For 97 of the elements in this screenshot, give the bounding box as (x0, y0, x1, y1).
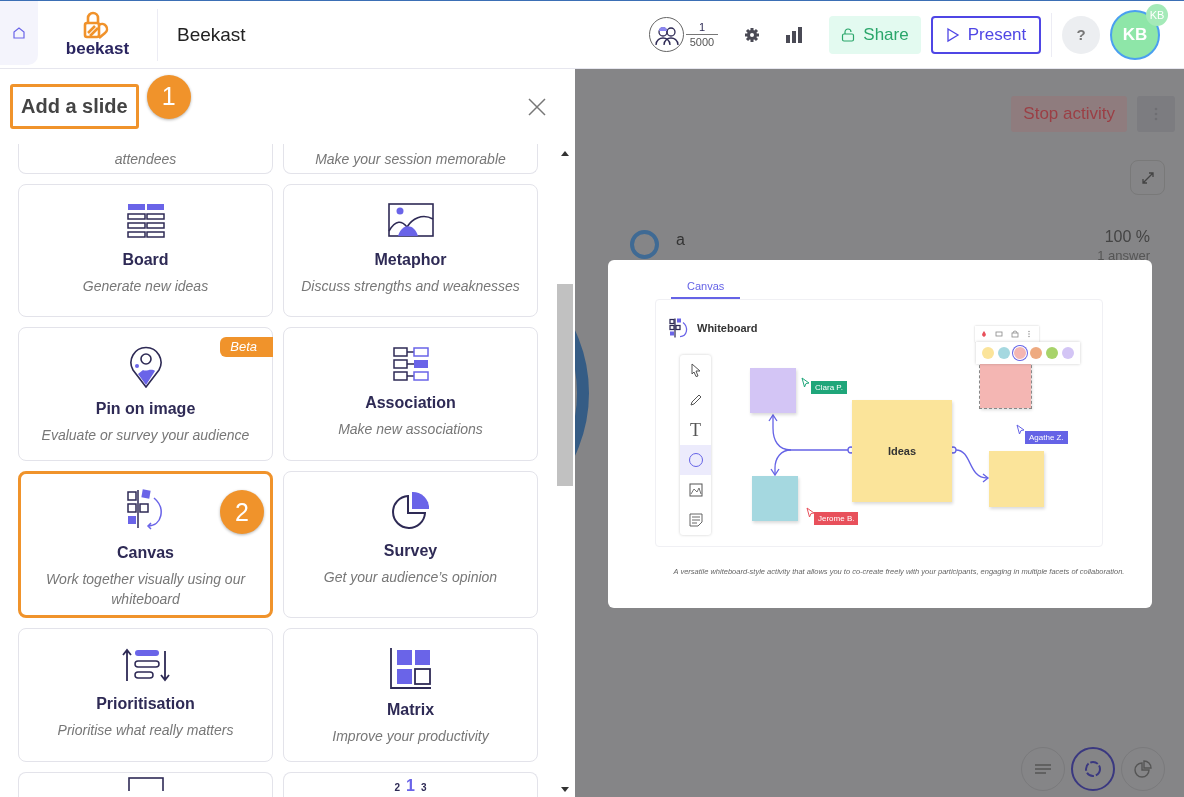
cursor-icon (1016, 424, 1025, 435)
beta-badge: Beta (220, 337, 273, 357)
sort-icon (121, 647, 170, 683)
slide-type-card[interactable]: Metaphor Discuss strengths and weaknesses (283, 184, 538, 317)
color-swatch[interactable] (1014, 347, 1026, 359)
user-name-tag: Agathe Z. (1025, 431, 1068, 444)
list-icon (1034, 763, 1052, 775)
card-description: Make new associations (337, 420, 484, 439)
presentation-title: Beekast (177, 23, 246, 46)
preview-tab[interactable]: Canvas (671, 276, 741, 299)
answer-percent: 100 % (1104, 228, 1150, 246)
fullscreen-button[interactable] (1130, 160, 1165, 195)
cursor-icon (806, 507, 815, 518)
pencil-icon (688, 393, 703, 407)
card-title: Metaphor (374, 251, 447, 269)
color-swatch[interactable] (998, 347, 1010, 359)
card-description: Make your session memorable (314, 149, 507, 169)
frame-icon (127, 777, 164, 791)
user-name-tag: Clara P. (811, 381, 847, 394)
slide-type-card[interactable]: Beta Pin on image Evaluate or survey your audience (18, 327, 273, 461)
scrollbar-thumb[interactable] (557, 284, 573, 486)
card-description: attendees (113, 149, 178, 169)
present-button[interactable]: Present (931, 15, 1041, 54)
tool-button[interactable]: T (680, 415, 711, 445)
association-icon (392, 346, 429, 382)
pie-chart-icon (1133, 759, 1153, 779)
pie-chart-icon (390, 490, 431, 530)
circle-icon (687, 452, 704, 468)
donut-icon (1083, 759, 1103, 779)
user-name-tag: Jerome B. (814, 512, 859, 525)
scroll-down-icon[interactable] (560, 786, 570, 794)
cursor-icon (801, 377, 810, 388)
card-title: Pin on image (95, 400, 196, 418)
slide-type-card[interactable]: Board Generate new ideas (18, 184, 273, 317)
stats-icon[interactable] (786, 26, 803, 43)
slide-type-card[interactable]: Matrix Improve your productivity (283, 628, 538, 762)
home-icon (12, 26, 26, 40)
slide-type-card[interactable]: Prioritisation Prioritise what really matters (18, 628, 273, 762)
home-button[interactable] (0, 1, 38, 65)
card-title: Association (365, 394, 456, 412)
help-button[interactable]: ? (1062, 15, 1100, 54)
answer-label: a (676, 231, 685, 249)
rank-number: 3 (420, 782, 427, 794)
slide-type-card[interactable]: attendees (18, 144, 273, 174)
card-description: Generate new ideas (81, 277, 210, 296)
matrix-icon (389, 647, 432, 689)
slide-type-card[interactable]: Make your session memorable (283, 144, 538, 174)
slide-type-card[interactable]: Survey Get your audience’s opinion (283, 471, 538, 618)
card-description: Evaluate or survey your audience (40, 426, 251, 445)
card-title: Canvas (117, 544, 174, 562)
settings-icon[interactable] (744, 26, 760, 43)
expand-icon (1140, 170, 1155, 185)
scroll-up-icon[interactable] (560, 149, 570, 157)
slide-type-card[interactable]: Association Make new associations (283, 327, 538, 461)
step-marker: 2 (220, 490, 264, 534)
card-description: Prioritise what really matters (56, 721, 235, 740)
card-title: Survey (383, 542, 438, 560)
play-icon (945, 26, 960, 43)
slide-type-card[interactable]: 2 Canvas Work together visually using our whiteboard (18, 471, 273, 618)
card-description: Improve your productivity (331, 727, 491, 746)
sticky-note: Ideas (852, 400, 952, 502)
color-swatch[interactable] (1062, 347, 1074, 359)
map-pin-icon (128, 346, 163, 388)
sticky-note (752, 476, 798, 521)
card-title: Prioritisation (96, 695, 195, 713)
image-icon (387, 203, 434, 239)
color-swatch[interactable] (1046, 347, 1058, 359)
logo-wordmark: beekast (65, 38, 130, 59)
avatar-badge: KB (1146, 3, 1168, 26)
text-tool-glyph: T (690, 419, 701, 441)
table-icon (125, 203, 166, 239)
lock-icon (841, 27, 856, 42)
color-swatch[interactable] (1030, 347, 1042, 359)
whiteboard-title: Whiteboard (697, 322, 758, 334)
color-swatch[interactable] (982, 347, 994, 359)
close-icon[interactable] (527, 96, 547, 117)
tool-button[interactable] (680, 445, 711, 475)
card-title: Matrix (386, 701, 435, 719)
panel-title: Add a slide (10, 84, 139, 129)
sticky-note (980, 361, 1031, 408)
pointer-icon (689, 363, 702, 377)
sticky-note (989, 451, 1044, 507)
step-marker: 1 (146, 74, 191, 119)
card-description: Discuss strengths and weaknesses (300, 277, 521, 296)
sticky-note (750, 368, 796, 413)
image-icon (688, 483, 703, 497)
card-description: Get your audience’s opinion (322, 568, 499, 587)
participant-count: 1 (686, 20, 718, 35)
rank-number: 2 (394, 782, 401, 794)
card-description: Work together visually using our whiteboard (44, 570, 247, 609)
donut-view-button[interactable] (1071, 747, 1115, 791)
whiteboard-icon (669, 317, 689, 339)
note-icon (688, 513, 703, 527)
card-title: Board (122, 251, 169, 269)
rank-number: 1 (406, 777, 415, 794)
participant-limit: 5000 (689, 34, 715, 49)
slide-type-card[interactable]: 2 1 3 (283, 772, 538, 797)
